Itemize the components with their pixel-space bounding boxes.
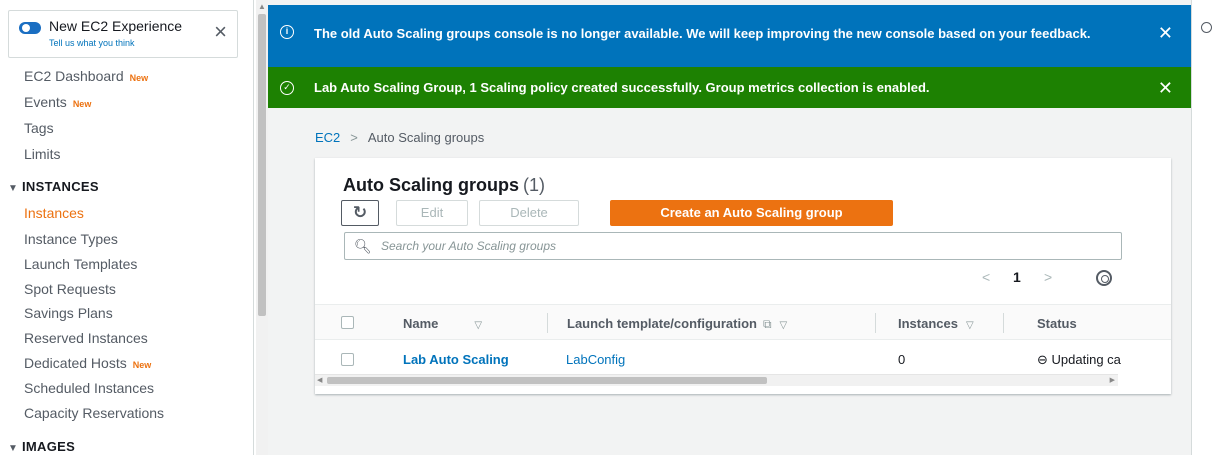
sort-icon[interactable]: ▽ <box>966 320 974 331</box>
info-message: The old Auto Scaling groups console is n… <box>314 26 1091 41</box>
sort-icon[interactable]: ▽ <box>474 320 482 331</box>
sidebar-item-ec2-dashboard[interactable]: EC2 Dashboard New <box>24 68 148 84</box>
new-badge: New <box>129 73 149 83</box>
page-title: Auto Scaling groups (1) <box>343 175 546 195</box>
sidebar-item-tags[interactable]: Tags <box>24 120 54 136</box>
external-link-icon: ⧉ <box>762 317 772 331</box>
sidebar-item-spot-requests[interactable]: Spot Requests <box>24 281 116 297</box>
sidebar-item-instances[interactable]: Instances <box>24 205 84 221</box>
group-count: (1) <box>523 175 546 195</box>
search-input[interactable]: 🔍︎ Search your Auto Scaling groups <box>344 232 1122 260</box>
chevron-right-icon: > <box>350 130 358 145</box>
column-header-status[interactable]: Status <box>1037 316 1077 331</box>
success-message: Lab Auto Scaling Group, 1 Scaling policy… <box>314 80 930 95</box>
info-icon: i <box>280 25 294 39</box>
column-header-name[interactable]: Name ▽ <box>403 316 482 331</box>
check-circle-icon: ✓ <box>280 81 294 95</box>
scrollbar-thumb[interactable] <box>327 377 767 384</box>
column-divider <box>547 313 548 333</box>
breadcrumb-current: Auto Scaling groups <box>367 130 485 145</box>
page-number[interactable]: 1 <box>1013 269 1021 285</box>
sidebar-section-images[interactable]: ▼ IMAGES <box>8 439 75 454</box>
caret-down-icon: ▼ <box>8 183 19 194</box>
close-icon[interactable]: × <box>214 21 227 43</box>
previous-page-icon[interactable]: < <box>982 269 990 285</box>
column-header-launch-template[interactable]: Launch template/configuration ⧉ ▽ <box>567 316 787 332</box>
launch-config-link[interactable]: LabConfig <box>566 352 625 367</box>
sidebar-item-savings-plans[interactable]: Savings Plans <box>24 305 113 321</box>
table-horizontal-scrollbar[interactable]: ◀ ▶ <box>315 374 1118 386</box>
scroll-left-icon[interactable]: ◀ <box>317 376 322 384</box>
sidebar-item-limits[interactable]: Limits <box>24 146 61 162</box>
sidebar-item-capacity-reservations[interactable]: Capacity Reservations <box>24 405 164 421</box>
sidebar-item-dedicated-hosts[interactable]: Dedicated Hosts New <box>24 355 151 371</box>
sidebar: New EC2 Experience Tell us what you thin… <box>0 0 254 455</box>
new-badge: New <box>132 360 152 370</box>
search-placeholder: Search your Auto Scaling groups <box>381 239 556 253</box>
next-page-icon[interactable]: > <box>1044 269 1052 285</box>
settings-icon[interactable] <box>1096 270 1112 286</box>
scroll-up-icon[interactable]: ▲ <box>258 2 266 11</box>
new-experience-title: New EC2 Experience <box>49 18 183 34</box>
clock-icon[interactable] <box>1201 22 1212 33</box>
new-experience-toggle[interactable] <box>19 22 41 34</box>
row-checkbox[interactable] <box>341 353 354 366</box>
edit-button[interactable]: Edit <box>396 200 468 226</box>
sidebar-section-instances[interactable]: ▼ INSTANCES <box>8 179 99 194</box>
close-icon[interactable]: ✕ <box>1158 24 1173 42</box>
sidebar-item-reserved-instances[interactable]: Reserved Instances <box>24 330 148 346</box>
auto-scaling-groups-panel: Auto Scaling groups (1) ↻ Edit Delete Cre… <box>315 158 1171 394</box>
feedback-link[interactable]: Tell us what you think <box>49 38 135 48</box>
status-cell: ⊖ Updating ca <box>1037 352 1121 367</box>
table-header: Name ▽ Launch template/configuration ⧉ ▽ In… <box>315 304 1171 340</box>
new-experience-box: New EC2 Experience Tell us what you thin… <box>8 10 238 58</box>
refresh-button[interactable]: ↻ <box>341 200 379 226</box>
delete-button[interactable]: Delete <box>479 200 579 226</box>
status-pending-icon: ⊖ <box>1037 352 1048 367</box>
scrollbar-thumb[interactable] <box>258 14 266 316</box>
info-flashbar: i The old Auto Scaling groups console is… <box>268 5 1191 67</box>
sidebar-item-scheduled-instances[interactable]: Scheduled Instances <box>24 380 154 396</box>
scroll-right-icon[interactable]: ▶ <box>1110 376 1115 384</box>
sidebar-item-launch-templates[interactable]: Launch Templates <box>24 256 137 272</box>
instances-count: 0 <box>898 352 906 367</box>
breadcrumb-ec2[interactable]: EC2 <box>315 130 340 145</box>
close-icon[interactable]: ✕ <box>1158 79 1173 97</box>
select-all-checkbox[interactable] <box>341 316 354 329</box>
sidebar-scrollbar[interactable]: ▲ <box>256 0 268 455</box>
sidebar-item-events[interactable]: Events New <box>24 94 91 110</box>
breadcrumb: EC2 > Auto Scaling groups <box>315 130 484 145</box>
main-content: i The old Auto Scaling groups console is… <box>268 0 1191 455</box>
sort-icon[interactable]: ▽ <box>780 320 788 331</box>
success-flashbar: ✓ Lab Auto Scaling Group, 1 Scaling poli… <box>268 67 1191 108</box>
sidebar-item-instance-types[interactable]: Instance Types <box>24 231 118 247</box>
right-utility-strip <box>1191 0 1221 455</box>
refresh-icon: ↻ <box>352 203 368 222</box>
search-icon: 🔍︎ <box>354 238 372 254</box>
create-auto-scaling-group-button[interactable]: Create an Auto Scaling group <box>610 200 893 226</box>
column-header-instances[interactable]: Instances ▽ <box>898 316 974 331</box>
group-name-link[interactable]: Lab Auto Scaling <box>403 352 509 367</box>
caret-down-icon: ▼ <box>8 443 19 454</box>
column-divider <box>875 313 876 333</box>
new-badge: New <box>72 99 92 109</box>
column-divider <box>1003 313 1004 333</box>
